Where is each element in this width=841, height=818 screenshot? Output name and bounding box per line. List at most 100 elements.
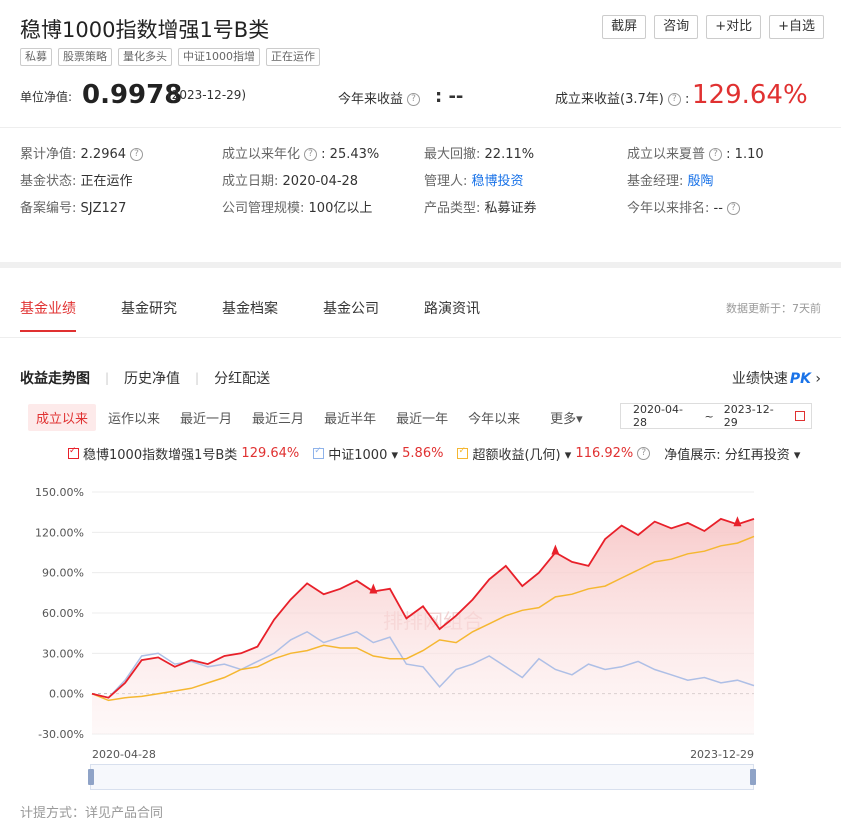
chart-legend: 稳博1000指数增强1号B类 129.64% 中证1000 ▾ 5.86% 超额…	[68, 444, 810, 463]
fee-footnote: 计提方式：详见产品合同	[20, 806, 164, 818]
range-selector: 成立以来 运作以来 最近一月 最近三月 最近半年 最近一年 今年以来 更多▾	[28, 404, 595, 431]
reg-cell: 备案编号: SJZ127	[20, 197, 126, 216]
info-label: 公司管理规模:	[222, 201, 305, 216]
y-tick-label: 120.00%	[35, 526, 84, 539]
info-label: 管理人:	[424, 174, 468, 189]
range-1m[interactable]: 最近一月	[172, 404, 240, 431]
help-icon[interactable]: ?	[667, 93, 681, 106]
range-3m[interactable]: 最近三月	[244, 404, 312, 431]
info-label: 备案编号:	[20, 201, 77, 216]
date-range-picker[interactable]: 2020-04-28 ~ 2023-12-29	[620, 403, 812, 429]
manager-company-link[interactable]: 稳博投资	[472, 174, 524, 189]
consult-button[interactable]: 咨询	[654, 15, 699, 39]
info-label: 成立以来夏普	[627, 147, 706, 162]
since-label-text: 成立来收益(3.7年)	[555, 92, 664, 107]
info-value: 100亿以上	[308, 201, 373, 216]
help-icon[interactable]: ?	[709, 148, 723, 161]
checkbox-icon[interactable]	[313, 446, 325, 459]
range-1y[interactable]: 最近一年	[388, 404, 456, 431]
legend-index[interactable]: 中证1000 ▾ 5.86%	[313, 444, 443, 463]
nav-display-dropdown[interactable]: 净值展示: 分红再投资 ▾	[664, 444, 800, 463]
nav-date: (2023-12-29)	[167, 88, 247, 102]
scale-cell: 公司管理规模: 100亿以上	[222, 197, 372, 216]
checkbox-icon[interactable]	[457, 446, 469, 459]
help-icon[interactable]: ?	[637, 447, 651, 460]
fund-header-card: 稳博1000指数增强1号B类 截屏 咨询 +对比 +自选 私募 股票策略 量化多…	[0, 0, 841, 262]
tab-company[interactable]: 基金公司	[323, 298, 379, 332]
marker-flag	[369, 583, 378, 594]
fund-tags: 私募 股票策略 量化多头 中证1000指增 正在运作	[20, 48, 320, 66]
sharpe-cell: 成立以来夏普? : 1.10	[627, 143, 764, 162]
checkbox-icon[interactable]	[68, 446, 79, 459]
info-value: 私募证券	[484, 201, 537, 216]
help-icon[interactable]: ?	[130, 148, 144, 161]
marker-flag	[733, 516, 742, 527]
info-label: 最大回撤:	[424, 147, 481, 162]
inception-cell: 成立日期: 2020-04-28	[222, 170, 358, 189]
range-since-inception[interactable]: 成立以来	[28, 404, 97, 431]
info-label: 累计净值:	[20, 147, 77, 162]
chevron-right-icon: ›	[815, 371, 821, 387]
info-label: 产品类型:	[424, 201, 481, 216]
fund-info-grid: 累计净值: 2.2964? 成立以来年化? : 25.43% 最大回撤: 22.…	[20, 143, 840, 224]
subtab-dividend[interactable]: 分红配送	[214, 368, 270, 388]
performance-card: 基金业绩 基金研究 基金档案 基金公司 路演资讯 数据更新于：7天前 收益走势图…	[0, 268, 841, 818]
info-label: 成立日期:	[222, 174, 279, 189]
help-icon[interactable]: ?	[726, 202, 740, 215]
drawdown-cell: 最大回撤: 22.11%	[424, 143, 534, 162]
fund-title: 稳博1000指数增强1号B类	[20, 18, 270, 42]
info-row: 备案编号: SJZ127 公司管理规模: 100亿以上 产品类型: 私募证券 今…	[20, 197, 840, 224]
sub-tabs: 收益走势图 | 历史净值 | 分红配送	[20, 368, 270, 388]
ytd-value: : --	[435, 86, 464, 107]
annual-cell: 成立以来年化? : 25.43%	[222, 143, 379, 162]
type-cell: 产品类型: 私募证券	[424, 197, 537, 216]
help-icon[interactable]: ?	[304, 148, 318, 161]
info-value: 2.2964	[80, 147, 127, 162]
tab-performance[interactable]: 基金业绩	[20, 298, 76, 332]
action-buttons: 截屏 咨询 +对比 +自选	[602, 15, 824, 39]
x-tick-label: 2023-12-29	[690, 748, 754, 761]
tab-research[interactable]: 基金研究	[121, 298, 177, 332]
info-value: 正在运作	[80, 174, 133, 189]
navigator-right-handle[interactable]	[750, 769, 756, 785]
info-label: 今年以来排名:	[627, 201, 710, 216]
tag-quant: 量化多头	[118, 48, 172, 66]
range-6m[interactable]: 最近半年	[316, 404, 384, 431]
add-watchlist-button[interactable]: +自选	[769, 15, 824, 39]
tag-private: 私募	[20, 48, 52, 66]
tag-index: 中证1000指增	[178, 48, 260, 66]
separator: |	[105, 371, 110, 385]
navigator-left-handle[interactable]	[88, 769, 94, 785]
subtab-trend[interactable]: 收益走势图	[20, 368, 90, 388]
legend-excess[interactable]: 超额收益(几何) ▾ 116.92%?	[457, 444, 651, 463]
chart-range-navigator[interactable]	[88, 764, 756, 790]
separator: |	[195, 371, 200, 385]
legend-index-value: 5.86%	[402, 446, 444, 461]
tab-profile[interactable]: 基金档案	[222, 298, 278, 332]
compare-button[interactable]: +对比	[706, 15, 762, 39]
subtab-history-nav[interactable]: 历史净值	[124, 368, 180, 388]
pk-link[interactable]: 业绩快速 PK ›	[732, 368, 821, 388]
pk-label: 业绩快速	[731, 371, 788, 387]
range-more-dropdown[interactable]: 更多▾	[542, 404, 591, 431]
ytd-label: 今年来收益?	[338, 88, 421, 107]
nav-summary: 单位净值: 0.9978 (2023-12-29) 今年来收益? : -- 成立…	[20, 80, 830, 116]
fund-manager-link[interactable]: 殷陶	[688, 174, 714, 189]
since-inception-label: 成立来收益(3.7年)? :	[555, 92, 690, 107]
y-tick-label: 60.00%	[42, 607, 84, 620]
tab-roadshow[interactable]: 路演资讯	[424, 298, 480, 332]
tag-status: 正在运作	[266, 48, 320, 66]
screenshot-button[interactable]: 截屏	[602, 15, 647, 39]
main-tabs: 基金业绩 基金研究 基金档案 基金公司 路演资讯	[20, 298, 525, 332]
chart-svg: 150.00% 120.00% 90.00% 60.00% 30.00% 0.00% -30…	[35, 486, 755, 761]
legend-fund[interactable]: 稳博1000指数增强1号B类 129.64%	[68, 444, 299, 463]
info-label: 成立以来年化	[222, 147, 301, 162]
legend-excess-name[interactable]: 超额收益(几何) ▾	[472, 444, 571, 463]
manager-cell: 基金经理: 殷陶	[627, 170, 714, 189]
range-since-operation[interactable]: 运作以来	[100, 404, 168, 431]
since-inception-value: 129.64%	[692, 80, 808, 110]
help-icon[interactable]: ?	[407, 93, 421, 106]
return-chart[interactable]: 150.00% 120.00% 90.00% 60.00% 30.00% 0.00% -30…	[0, 478, 841, 768]
range-ytd[interactable]: 今年以来	[460, 404, 528, 431]
legend-index-name[interactable]: 中证1000 ▾	[328, 444, 398, 463]
